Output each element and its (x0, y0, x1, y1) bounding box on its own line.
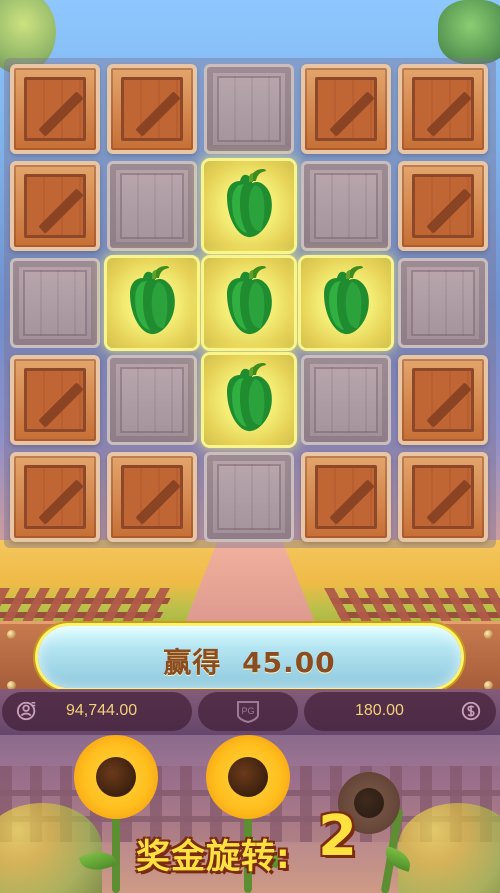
empty-tile (10, 258, 100, 348)
tree-right (438, 0, 500, 64)
pepper-icon (227, 363, 272, 432)
empty-tile (107, 161, 197, 251)
crate-tile (398, 64, 488, 154)
crate-tile (301, 64, 391, 154)
bet-value: 180.00 (355, 702, 404, 719)
bet-display[interactable]: 180.00 (304, 692, 496, 731)
pepper-tile (204, 355, 294, 445)
empty-tile (204, 64, 294, 154)
empty-tile (301, 355, 391, 445)
game-board (4, 58, 496, 548)
bolt-icon (484, 630, 493, 639)
pepper-tile (204, 161, 294, 251)
crate-tile (10, 64, 100, 154)
crate-tile (398, 452, 488, 542)
pepper-tile (204, 258, 294, 348)
game-scene: 赢得 45.00 94,744.00 PG 180.00 奖金旋转: 2 (0, 0, 500, 893)
pepper-icon (324, 266, 369, 335)
pepper-tile (107, 258, 197, 348)
pepper-icon (130, 266, 175, 335)
bonus-spins-count: 2 (318, 804, 357, 869)
empty-tile (107, 355, 197, 445)
coin-icon (461, 701, 481, 721)
win-amount: 45.00 (242, 646, 336, 679)
bonus-spins-label: 奖金旋转: (136, 837, 291, 877)
win-label: 赢得 (163, 646, 222, 679)
pg-logo-icon: PG (237, 701, 259, 723)
crate-tile (301, 452, 391, 542)
empty-tile (301, 161, 391, 251)
crate-tile (107, 64, 197, 154)
fence-right (324, 588, 500, 624)
crate-tile (10, 355, 100, 445)
bolt-icon (7, 630, 16, 639)
balance-display[interactable]: 94,744.00 (2, 692, 192, 731)
crate-tile (398, 161, 488, 251)
fence-left (0, 588, 177, 624)
pg-logo-text: PG (241, 706, 254, 716)
crate-tile (10, 161, 100, 251)
empty-tile (204, 452, 294, 542)
status-bar: 94,744.00 PG 180.00 (0, 689, 500, 735)
pg-logo-badge: PG (198, 692, 298, 731)
win-text: 赢得 45.00 (38, 641, 461, 681)
pepper-tile (301, 258, 391, 348)
balance-value: 94,744.00 (66, 702, 138, 719)
crate-tile (398, 355, 488, 445)
crate-tile (10, 452, 100, 542)
wallet-user-icon (16, 701, 36, 721)
win-display: 赢得 45.00 (38, 626, 461, 688)
crate-tile (107, 452, 197, 542)
empty-tile (398, 258, 488, 348)
pepper-icon (227, 169, 272, 238)
pepper-icon (227, 266, 272, 335)
